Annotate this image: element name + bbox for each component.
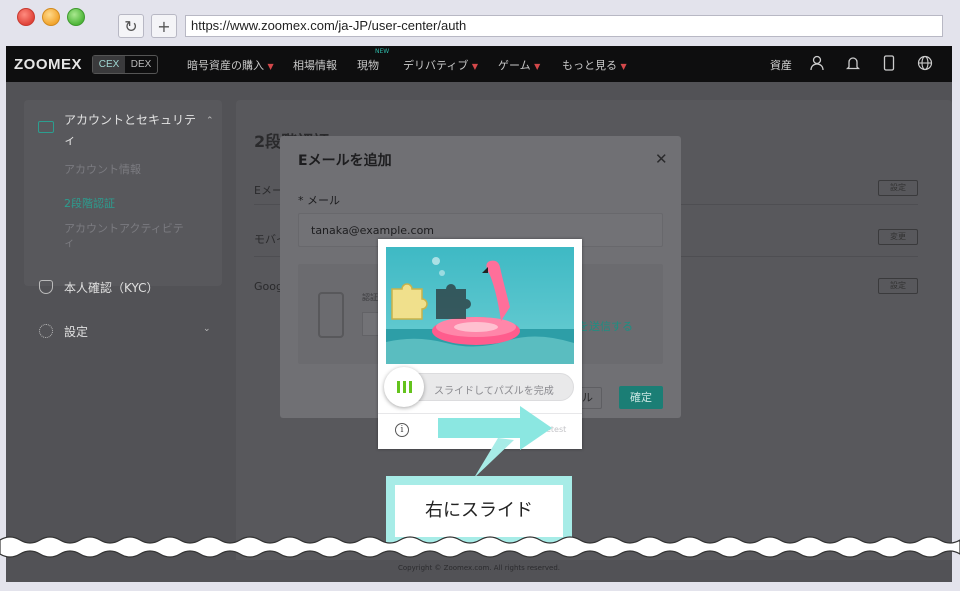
assets-link[interactable]: 資産 <box>770 57 792 73</box>
globe-icon[interactable] <box>916 55 934 73</box>
address-bar[interactable]: https://www.zoomex.com/ja-JP/user-center… <box>185 15 943 37</box>
cex-dex-toggle[interactable]: CEX DEX <box>92 55 158 74</box>
reload-icon[interactable]: ↻ <box>118 14 144 38</box>
id-card-icon <box>38 121 54 133</box>
menu-markets[interactable]: 相場情報 <box>293 57 337 73</box>
code-label: 認証 <box>362 293 378 302</box>
plus-icon[interactable]: + <box>151 14 177 38</box>
google-setup-button[interactable]: 設定 <box>878 278 918 294</box>
email-setup-button[interactable]: 設定 <box>878 180 918 196</box>
chevron-down-icon[interactable]: ⌄ <box>203 324 211 334</box>
top-navigation: ZOOMEX CEX DEX 暗号資産の購入 ▼ 相場情報 NEW 現物 デリバ… <box>6 46 952 82</box>
mobile-icon[interactable] <box>880 55 898 73</box>
chevron-up-icon[interactable]: ⌃ <box>206 116 214 126</box>
footer-area: Copyright © Zoomex.com. All rights reser… <box>0 560 960 591</box>
info-icon[interactable]: i <box>395 423 409 437</box>
sidebar-item-settings[interactable]: 設定 <box>64 323 88 340</box>
zoomex-logo[interactable]: ZOOMEX <box>14 56 82 73</box>
cex-tab[interactable]: CEX <box>93 56 125 73</box>
slider-handle[interactable] <box>384 367 424 407</box>
sidebar-item-account-security[interactable]: アカウントとセキュリティ <box>64 110 204 150</box>
modal-title: Eメールを追加 <box>298 153 392 169</box>
sidebar-item-account-info[interactable]: アカウント情報 <box>64 161 141 177</box>
confirm-button[interactable]: 確定 <box>619 386 663 409</box>
new-badge: NEW <box>375 48 390 55</box>
menu-buy-crypto[interactable]: 暗号資産の購入 ▼ <box>187 57 274 73</box>
send-code-link[interactable]: を送信する <box>578 318 633 334</box>
slider-instruction: スライドしてパズルを完成 <box>434 386 554 397</box>
menu-games[interactable]: ゲーム ▼ <box>498 57 540 73</box>
close-window-button[interactable] <box>17 8 35 26</box>
dex-tab[interactable]: DEX <box>125 56 157 73</box>
torn-edge <box>0 536 960 558</box>
sidebar-item-2fa[interactable]: 2段階認証 <box>64 195 115 211</box>
captcha-image <box>386 247 574 364</box>
phone-icon <box>318 292 344 338</box>
menu-derivatives[interactable]: デリバティブ ▼ <box>403 57 478 73</box>
menu-more[interactable]: もっと見る ▼ <box>562 57 627 73</box>
shield-icon <box>39 280 53 294</box>
maximize-window-button[interactable] <box>67 8 85 26</box>
sidebar-item-account-activity[interactable]: アカウントアクティビティ <box>64 222 184 250</box>
minimize-window-button[interactable] <box>42 8 60 26</box>
menu-spot[interactable]: 現物 <box>357 57 379 73</box>
gear-icon <box>39 324 53 338</box>
slide-right-arrow <box>438 406 552 478</box>
mobile-change-button[interactable]: 変更 <box>878 229 918 245</box>
row-label-email: Eメー <box>254 184 283 197</box>
bell-icon[interactable] <box>844 55 862 73</box>
close-icon[interactable]: ✕ <box>655 150 668 168</box>
annotation-label: 右にスライド <box>395 485 563 537</box>
email-label: * メール <box>298 194 340 207</box>
sidebar: アカウントとセキュリティ ⌃ アカウント情報 2段階認証 アカウントアクティビテ… <box>24 100 222 286</box>
browser-window: ↻ + https://www.zoomex.com/ja-JP/user-ce… <box>0 0 960 591</box>
sidebar-item-kyc[interactable]: 本人確認（KYC） <box>64 279 159 296</box>
copyright-text: Copyright © Zoomex.com. All rights reser… <box>398 564 560 572</box>
user-icon[interactable] <box>808 55 826 73</box>
page-footer: Copyright © Zoomex.com. All rights reser… <box>6 560 952 582</box>
